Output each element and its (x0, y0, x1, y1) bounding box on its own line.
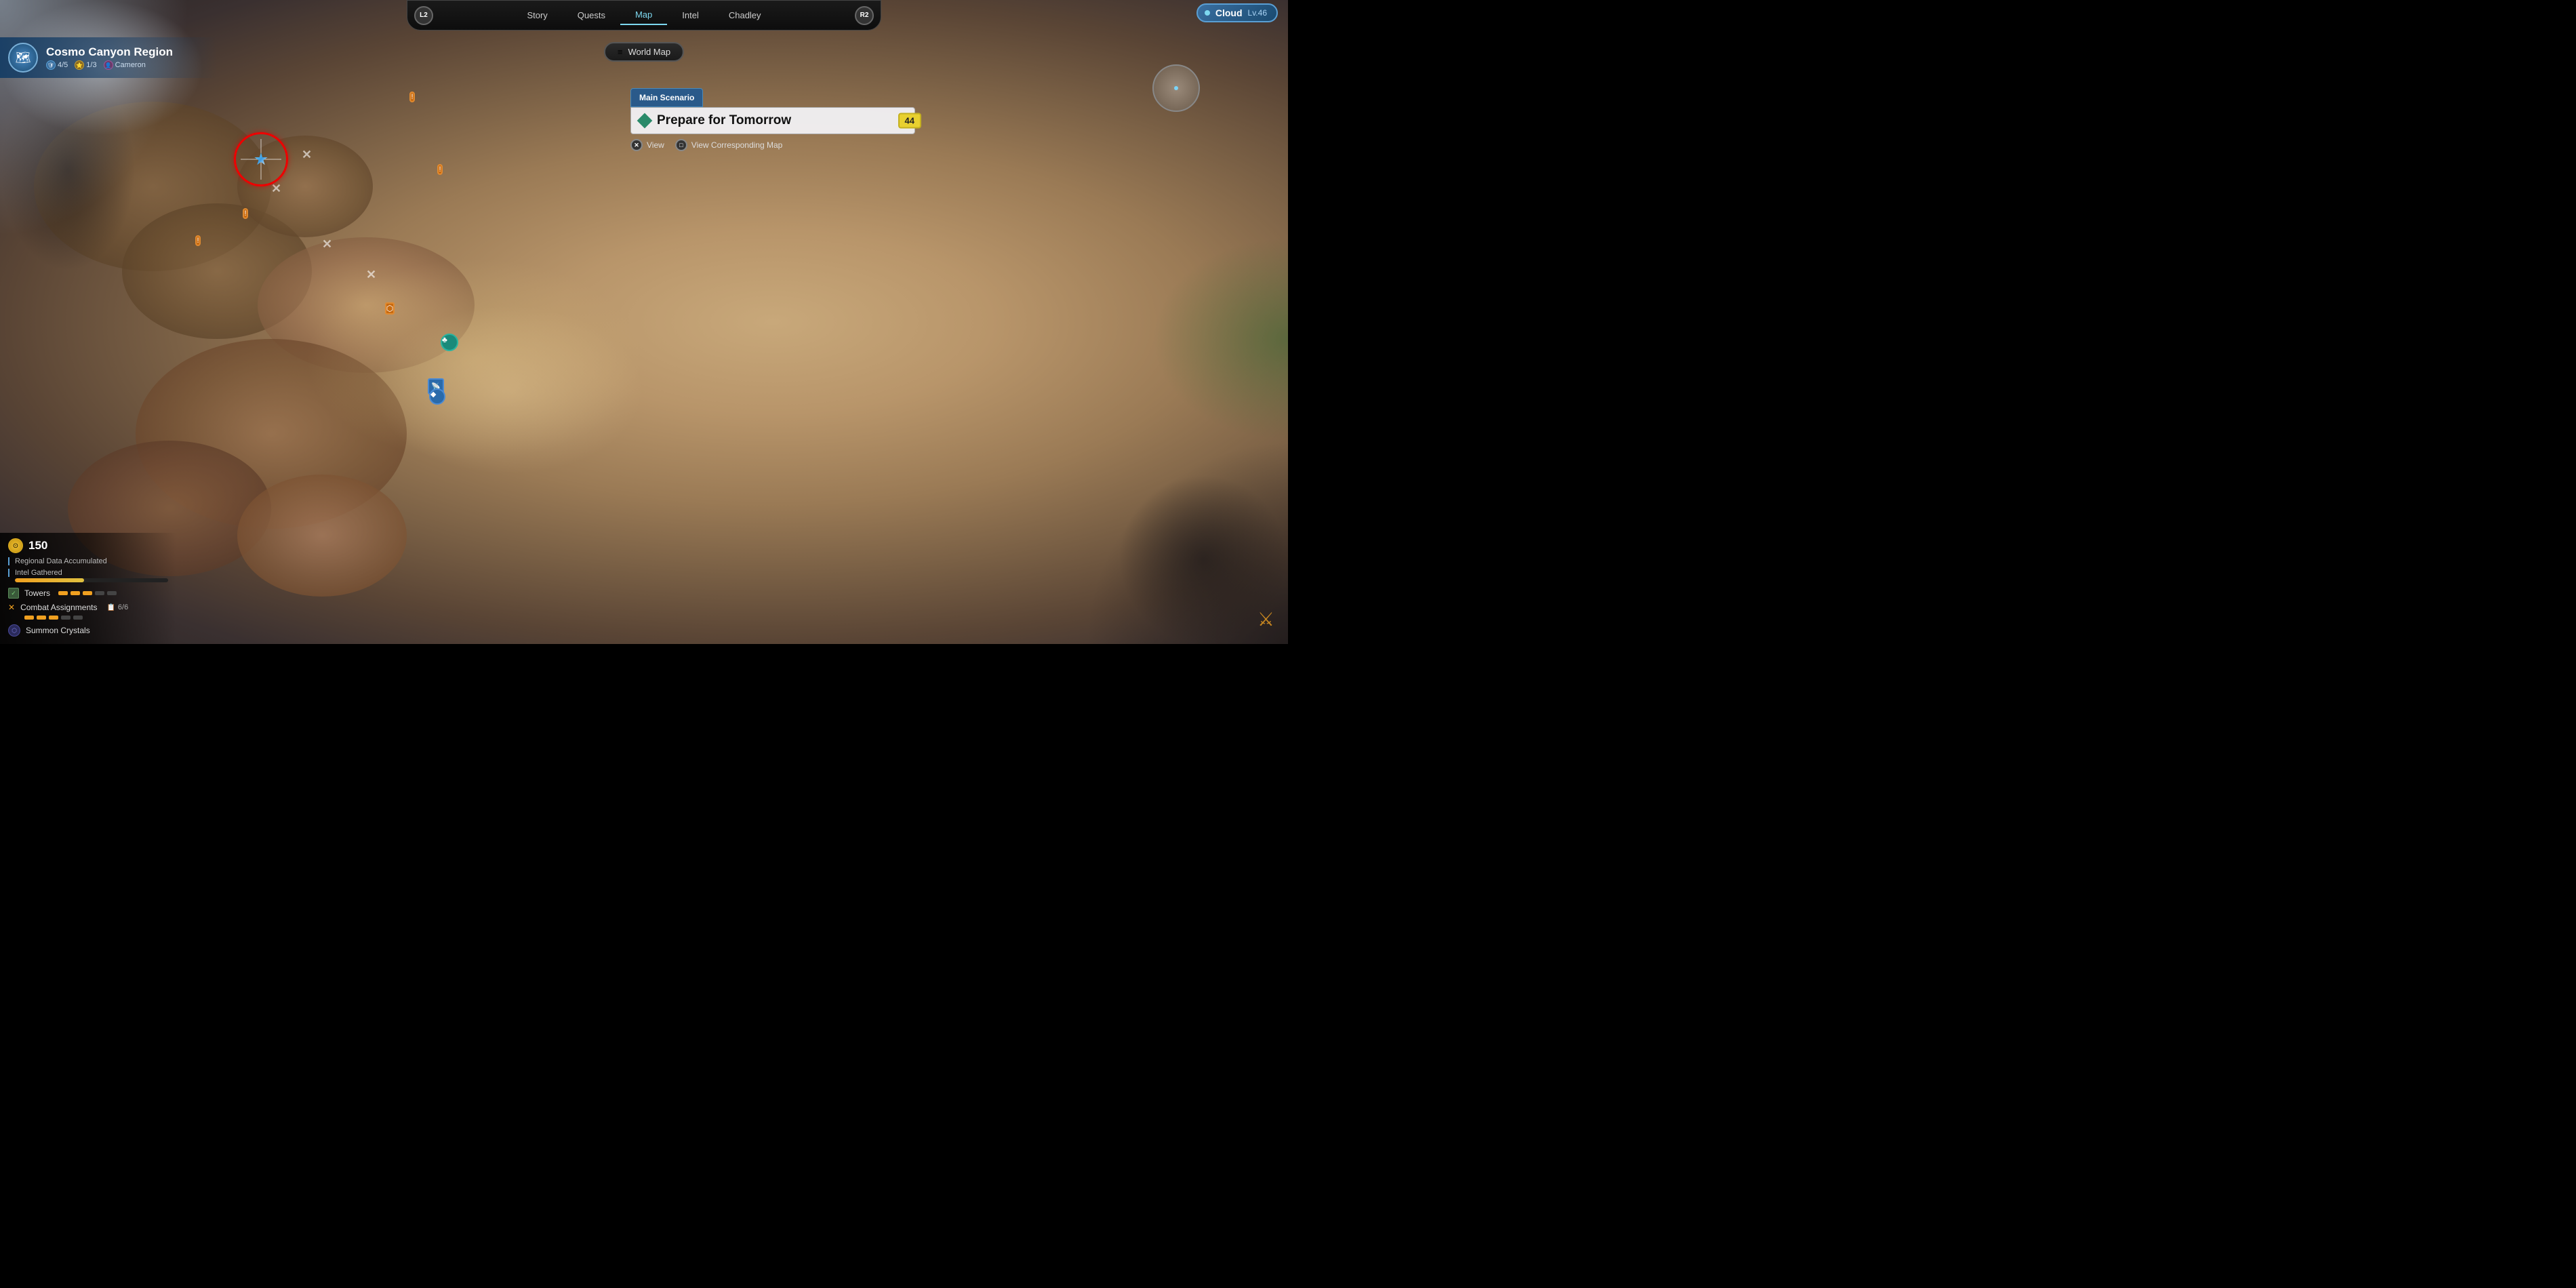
l2-button[interactable]: L2 (414, 6, 433, 25)
bottom-hud: ⊙ 150 Regional Data Accumulated Intel Ga… (0, 533, 176, 644)
map-icon-enemy-3: ! (235, 203, 256, 224)
region-name: Cosmo Canyon Region (46, 45, 173, 59)
char-indicator (1205, 10, 1210, 16)
intel-bar-fill (15, 578, 84, 582)
quest-title-row: Prepare for Tomorrow 44 (630, 107, 915, 134)
towers-row: ✓ Towers (8, 586, 168, 601)
nav-item-story[interactable]: Story (512, 6, 562, 24)
tower-dot-1 (58, 591, 68, 595)
towers-check-icon: ✓ (8, 588, 19, 599)
minimap-player-dot (1174, 86, 1178, 90)
person-icon: 👤 (104, 60, 113, 70)
minimap-circle (1152, 64, 1200, 112)
nav-items-container: Story Quests Map Intel Chadley (433, 5, 855, 25)
stat-shield: 🛡 4/5 (46, 60, 68, 70)
cursor-cross (241, 139, 281, 180)
character-level: Lv.46 (1248, 8, 1267, 18)
stat-star: ⭐ 1/3 (75, 60, 96, 70)
terrain-rock-7 (237, 475, 407, 597)
currency-amount: 150 (28, 539, 47, 552)
towers-dots (58, 591, 117, 595)
world-map-button[interactable]: ≡ World Map (604, 42, 684, 62)
region-info: Cosmo Canyon Region 🛡 4/5 ⭐ 1/3 👤 Camero… (46, 45, 173, 70)
quest-level-badge: 44 (898, 113, 921, 129)
combat-count-container: 📋 6/6 (106, 603, 128, 611)
quest-title: Prepare for Tomorrow (657, 113, 791, 128)
region-stats: 🛡 4/5 ⭐ 1/3 👤 Cameron (46, 60, 173, 70)
map-icon-enemy-2: ! (430, 159, 450, 180)
tower-dot-4 (95, 591, 104, 595)
star-icon: ⭐ (75, 60, 84, 70)
square-button-icon: □ (675, 139, 687, 151)
corresponding-map-label: View Corresponding Map (691, 140, 783, 150)
regional-data-label: Regional Data Accumulated (8, 557, 168, 565)
green-area (1152, 237, 1288, 441)
currency-icon: ⊙ (8, 538, 23, 553)
combat-x-icon: ✕ (8, 603, 15, 612)
currency-row: ⊙ 150 (8, 538, 168, 553)
combat-label: Combat Assignments (20, 603, 97, 612)
map-icon-enemy-4: ! (188, 230, 208, 251)
tower-dot-2 (71, 591, 80, 595)
nav-item-quests[interactable]: Quests (563, 6, 620, 24)
regional-data-bar: Regional Data Accumulated (8, 557, 168, 565)
x-marker-1: ✕ (302, 148, 312, 162)
x-button-icon: ✕ (630, 139, 643, 151)
x-marker-4: ✕ (366, 268, 376, 282)
world-map-label: World Map (628, 47, 670, 57)
region-header: 🗺 Cosmo Canyon Region 🛡 4/5 ⭐ 1/3 👤 Came… (0, 37, 217, 78)
combat-dot-4 (61, 616, 71, 620)
combat-dot-2 (37, 616, 46, 620)
summon-crystal-icon: ⬡ (8, 624, 20, 637)
tower-dot-3 (83, 591, 92, 595)
quest-panel: Main Scenario Prepare for Tomorrow 44 (630, 88, 915, 134)
map-icon-enemy-1: ! (402, 87, 422, 107)
quest-ctrl-map[interactable]: □ View Corresponding Map (675, 139, 783, 151)
stat-person: 👤 Cameron (104, 60, 146, 70)
character-badge: Cloud Lv.46 (1196, 3, 1278, 22)
summon-label: Summon Crystals (26, 626, 90, 635)
combat-dot-1 (24, 616, 34, 620)
map-icon-teal: ♣ (439, 332, 460, 353)
nav-item-map[interactable]: Map (620, 5, 667, 25)
shield-count: 4/5 (58, 61, 68, 69)
nav-item-intel[interactable]: Intel (667, 6, 714, 24)
quest-controls: ✕ View □ View Corresponding Map (630, 139, 782, 151)
intel-label: Intel Gathered (8, 569, 168, 577)
player-position (234, 132, 288, 186)
combat-dot-3 (49, 616, 58, 620)
towers-label: Towers (24, 588, 50, 598)
intel-bar-track (15, 578, 168, 582)
r2-button[interactable]: R2 (855, 6, 874, 25)
quest-diamond-icon (637, 113, 653, 129)
map-icon-crystal: ◆ (427, 386, 447, 407)
navigation-bar: L2 Story Quests Map Intel Chadley R2 (407, 0, 881, 31)
world-map-icon: ≡ (618, 47, 623, 57)
quest-category: Main Scenario (630, 88, 703, 107)
region-icon: 🗺 (8, 43, 38, 73)
combat-list-icon: 📋 (106, 604, 115, 611)
person-name: Cameron (115, 61, 146, 69)
combat-dots (24, 616, 168, 620)
intel-bar: Intel Gathered (8, 569, 168, 582)
character-name: Cloud (1215, 7, 1243, 18)
tower-dot-5 (107, 591, 117, 595)
map-icon-chest: ⬡ (380, 298, 400, 319)
quest-category-text: Main Scenario (639, 93, 694, 102)
view-label: View (647, 140, 664, 150)
summon-crystals-row: ⬡ Summon Crystals (8, 622, 168, 639)
nav-item-chadley[interactable]: Chadley (714, 6, 776, 24)
shield-icon: 🛡 (46, 60, 56, 70)
x-marker-3: ✕ (322, 237, 332, 251)
combat-dot-5 (73, 616, 83, 620)
combat-count: 6/6 (118, 603, 128, 611)
quest-level-number: 44 (905, 116, 914, 126)
star-count: 1/3 (86, 61, 96, 69)
combat-assignments-row: ✕ Combat Assignments 📋 6/6 (8, 601, 168, 614)
quest-ctrl-view[interactable]: ✕ View (630, 139, 664, 151)
bottom-right-sword-icon: ⚔ (1257, 608, 1274, 630)
